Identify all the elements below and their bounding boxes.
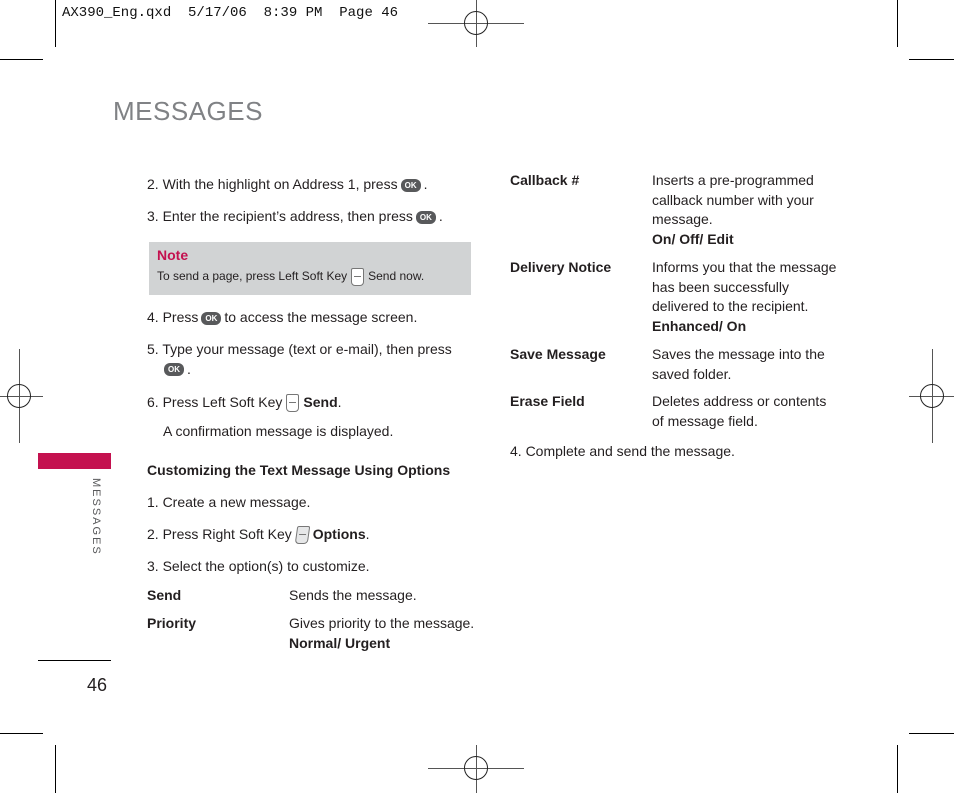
- option-desc: Saves the message into the saved folder.: [652, 346, 825, 382]
- ok-key-icon: OK: [400, 178, 421, 192]
- section-tab-bar: [38, 453, 111, 469]
- crop-mark: [897, 745, 898, 793]
- option-term: Delivery Notice: [510, 259, 612, 275]
- option-term: Save Message: [510, 346, 606, 362]
- step-4: 4. Press OK to access the message screen.: [147, 309, 418, 325]
- option-desc: Gives priority to the message.: [289, 615, 475, 631]
- registration-circle-icon: [464, 11, 488, 35]
- page-number: 46: [87, 675, 108, 695]
- step-6: 6. Press Left Soft Key Send.: [147, 393, 342, 413]
- step-2: 2. With the highlight on Address 1, pres…: [147, 176, 428, 192]
- registration-circle-icon: [920, 384, 944, 408]
- crop-mark: [55, 0, 56, 47]
- ok-key-icon: OK: [201, 311, 222, 325]
- option-desc: Sends the message.: [289, 587, 417, 603]
- step-5: 5. Type your message (text or e-mail), t…: [147, 341, 452, 377]
- option-desc: Deletes address or contents of message f…: [652, 393, 827, 429]
- final-step: 4. Complete and send the message.: [510, 443, 735, 459]
- ok-key-icon: OK: [164, 363, 184, 377]
- registration-circle-icon: [7, 384, 31, 408]
- custom-step-2: 2. Press Right Soft Key Options.: [147, 525, 370, 545]
- crop-mark: [909, 733, 954, 734]
- note-title: Note: [157, 247, 189, 263]
- option-desc: Inserts a pre-programmed callback number…: [652, 172, 814, 227]
- left-soft-key-icon: [351, 268, 365, 286]
- note-box: Note To send a page, press Left Soft Key…: [149, 242, 471, 295]
- crop-mark: [0, 733, 43, 734]
- step-6-result: A confirmation message is displayed.: [163, 423, 394, 439]
- note-body: To send a page, press Left Soft Key Send …: [157, 268, 424, 286]
- crop-mark: [0, 59, 43, 60]
- crop-mark: [909, 59, 954, 60]
- step-3: 3. Enter the recipient’s address, then p…: [147, 208, 443, 224]
- registration-circle-icon: [464, 756, 488, 780]
- option-term: Send: [147, 587, 182, 603]
- print-slug: AX390_Eng.qxd 5/17/06 8:39 PM Page 46: [62, 5, 399, 21]
- footer-rule: [38, 660, 111, 661]
- custom-step-3: 3. Select the option(s) to customize.: [147, 558, 370, 574]
- section-tab-label: MESSAGES: [90, 478, 102, 556]
- right-soft-key-icon: [294, 526, 310, 545]
- left-soft-key-icon: [286, 394, 300, 413]
- option-values: Enhanced/ On: [652, 318, 747, 334]
- crop-mark: [897, 0, 898, 47]
- option-values: Normal/ Urgent: [289, 635, 391, 651]
- option-desc: Informs you that the message has been su…: [652, 259, 837, 314]
- option-values: On/ Off/ Edit: [652, 231, 734, 247]
- ok-key-icon: OK: [415, 210, 436, 224]
- section-heading: Customizing the Text Message Using Optio…: [147, 462, 451, 478]
- page-title: MESSAGES: [113, 96, 263, 126]
- option-term: Erase Field: [510, 393, 585, 409]
- option-term: Callback #: [510, 172, 580, 188]
- crop-mark: [55, 745, 56, 793]
- custom-step-1: 1. Create a new message.: [147, 494, 311, 510]
- option-term: Priority: [147, 615, 197, 631]
